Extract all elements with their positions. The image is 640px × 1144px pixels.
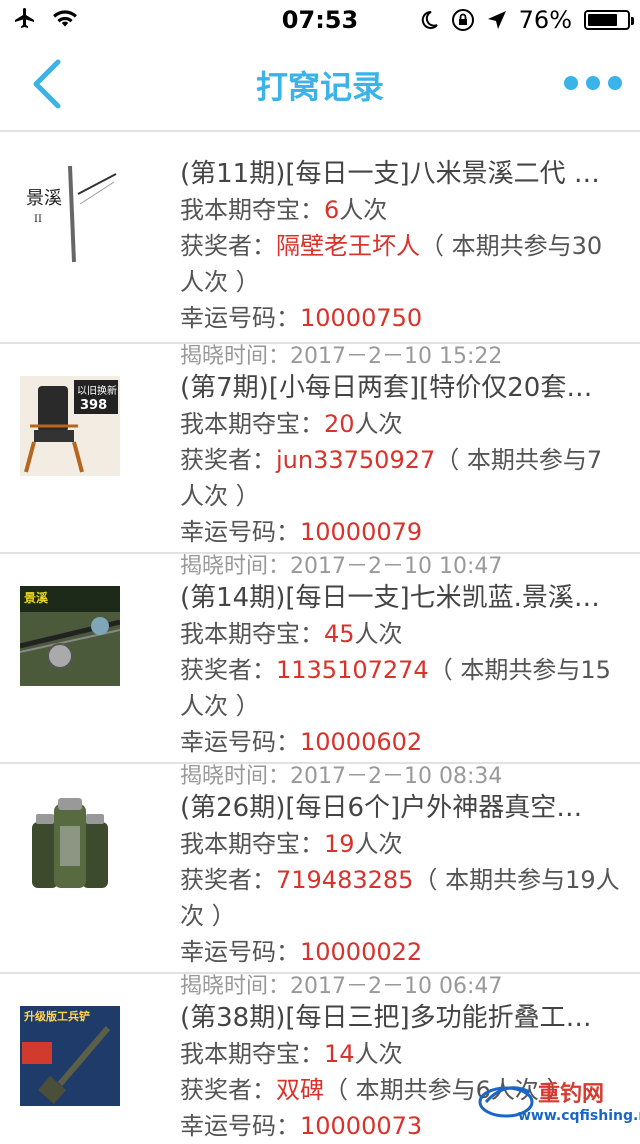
winner-name[interactable]: 隔壁老王坏人 — [276, 232, 420, 260]
lucky-number-row: 幸运号码：10000750 — [180, 304, 423, 332]
my-bet-count: 19 — [324, 830, 355, 858]
lucky-number-row: 幸运号码：10000602 — [180, 728, 423, 756]
fishing-rod-image: 景溪 II — [20, 164, 120, 264]
product-thumbnail: 以旧换新 398 — [20, 376, 120, 476]
page-title: 打窝记录 — [255, 68, 384, 106]
chair-number: 398 — [80, 398, 107, 413]
battery-percent: 76% — [518, 6, 572, 34]
reveal-time: 2017－2－10 06:47 — [290, 974, 503, 999]
my-bet-count: 14 — [324, 1040, 355, 1068]
my-bet-count: 45 — [324, 620, 355, 648]
status-right: 76% — [419, 6, 634, 34]
rod-logo-sub: II — [34, 214, 42, 225]
my-bet-count: 20 — [324, 410, 355, 438]
more-button[interactable] — [564, 76, 622, 90]
my-bet-row: 我本期夺宝：14人次 — [180, 1040, 403, 1068]
record-title: (第26期)[每日6个]户外神器真空… — [180, 793, 583, 823]
chair-brand: 以旧换新 — [77, 384, 117, 397]
reveal-time-row: 揭晓时间：2017－2－10 08:34 — [180, 764, 503, 789]
lucky-number-row: 幸运号码：10000022 — [180, 938, 423, 966]
navigation-bar: 打窝记录 — [0, 40, 640, 132]
more-dot-icon — [608, 76, 622, 90]
record-title: (第11期)[每日一支]八米景溪二代 … — [180, 159, 600, 189]
rod-logo: 景溪 — [26, 188, 62, 209]
moon-icon — [421, 10, 438, 29]
winner-name[interactable]: 719483285 — [276, 866, 413, 894]
thermos-image — [20, 796, 120, 896]
battery-level — [588, 14, 617, 26]
winner-name[interactable]: jun33750927 — [276, 446, 435, 474]
product-thumbnail — [20, 796, 120, 896]
product-thumbnail: 景溪 — [20, 586, 120, 686]
winner-row: 获奖者：1135107274（ 本期共参与15人次 ） — [180, 656, 611, 720]
winner-row: 获奖者：隔壁老王坏人（ 本期共参与30人次 ） — [180, 232, 603, 296]
my-bet-count: 6 — [324, 196, 340, 224]
winner-row: 获奖者：719483285（ 本期共参与19人次 ） — [180, 866, 620, 930]
reveal-time: 2017－2－10 15:22 — [290, 344, 503, 369]
lucky-number-row: 幸运号码：10000079 — [180, 518, 423, 546]
product-thumbnail: 升级版工兵铲 — [20, 1006, 120, 1106]
rotation-lock-icon — [451, 9, 474, 31]
product-thumbnail: 景溪 II — [20, 164, 120, 264]
lucky-number: 10000750 — [300, 304, 423, 332]
more-dot-icon — [564, 76, 578, 90]
location-icon — [487, 11, 506, 29]
record-title: (第7期)[小每日两套][特价仅20套… — [180, 373, 593, 403]
status-bar: 07:53 76% — [0, 0, 640, 40]
winner-name[interactable]: 1135107274 — [276, 656, 429, 684]
fishing-reel-rod-image: 景溪 — [20, 586, 120, 686]
record-item[interactable]: 景溪 II (第11期)[每日一支]八米景溪二代 … 我本期夺宝：6人次 获奖者… — [0, 134, 640, 344]
battery-icon — [584, 10, 634, 30]
reveal-time: 2017－2－10 10:47 — [290, 554, 503, 579]
my-bet-row: 我本期夺宝：45人次 — [180, 620, 403, 648]
fishing-chair-image: 以旧换新 398 — [20, 376, 120, 476]
winner-name[interactable]: 双碑 — [276, 1076, 324, 1104]
reveal-time-row: 揭晓时间：2017－2－10 10:47 — [180, 554, 503, 579]
record-item[interactable]: 揭晓时间：2017－2－10 15:22 以旧换新 398 (第7期)[小每日两… — [0, 344, 640, 554]
reveal-time-row: 揭晓时间：2017－2－10 15:22 — [180, 344, 503, 369]
watermark-url: www.cqfishing.net — [518, 1108, 640, 1124]
my-bet-row: 我本期夺宝：20人次 — [180, 410, 403, 438]
winner-row: 获奖者：jun33750927（ 本期共参与7人次 ） — [180, 446, 603, 510]
record-item[interactable]: 揭晓时间：2017－2－10 10:47 景溪 (第14期)[每日一支]七米凯蓝… — [0, 554, 640, 764]
record-title: (第14期)[每日一支]七米凯蓝.景溪… — [180, 583, 600, 613]
reveal-time-row: 揭晓时间：2017－2－10 06:47 — [180, 974, 503, 999]
lucky-number: 10000602 — [300, 728, 423, 756]
shovel-image: 升级版工兵铲 — [20, 1006, 120, 1106]
more-dot-icon — [586, 76, 600, 90]
shovel-text: 升级版工兵铲 — [24, 1009, 90, 1023]
lucky-number: 10000079 — [300, 518, 423, 546]
watermark-name: 重钓网 — [538, 1082, 605, 1107]
record-title: (第38期)[每日三把]多功能折叠工… — [180, 1003, 592, 1033]
my-bet-row: 我本期夺宝：6人次 — [180, 196, 388, 224]
rod2-brand: 景溪 — [24, 590, 49, 605]
reveal-time: 2017－2－10 08:34 — [290, 764, 503, 789]
lucky-number: 10000022 — [300, 938, 423, 966]
record-item[interactable]: 揭晓时间：2017－2－10 08:34 (第26期)[每日6个]户外神器真空…… — [0, 764, 640, 974]
site-watermark: 重钓网 www.cqfishing.net — [476, 1074, 640, 1132]
my-bet-row: 我本期夺宝：19人次 — [180, 830, 403, 858]
